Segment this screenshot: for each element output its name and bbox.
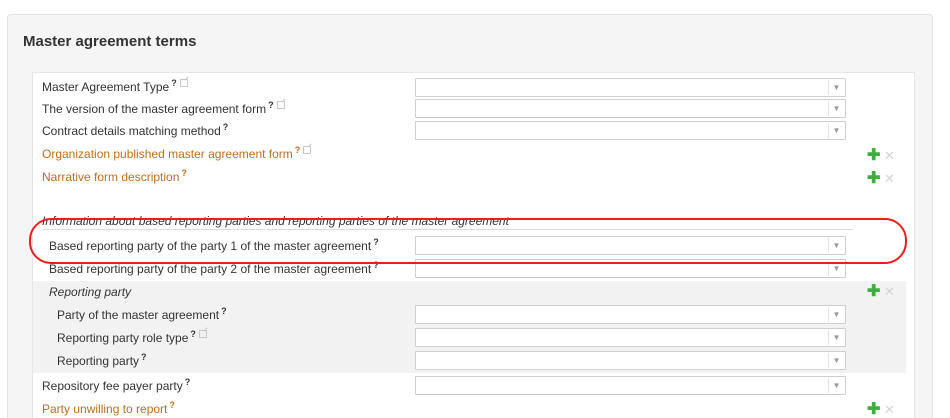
role-type-label: Reporting party role type? <box>57 329 207 345</box>
based-party-2-select[interactable]: ▼ <box>415 259 846 278</box>
row-reporting-party-group: Reporting party ✚ ✕ <box>33 281 916 303</box>
external-link-icon[interactable] <box>179 79 188 87</box>
plus-icon[interactable]: ✚ <box>867 171 880 187</box>
row-version: The version of the master agreement form… <box>33 98 916 120</box>
based-party-1-select[interactable]: ▼ <box>415 236 846 255</box>
form-body: Master Agreement Type? ▼ The version of … <box>32 72 915 418</box>
narrative-description-label[interactable]: Narrative form description? <box>42 168 187 184</box>
matching-method-select[interactable]: ▼ <box>415 121 846 140</box>
external-link-icon[interactable] <box>276 101 285 109</box>
based-party-2-label: Based reporting party of the party 2 of … <box>49 260 379 276</box>
reporting-party-select[interactable]: ▼ <box>415 351 846 370</box>
master-agreement-panel: Master agreement terms Master Agreement … <box>7 14 933 418</box>
help-icon[interactable]: ? <box>268 100 274 110</box>
row-matching-method: Contract details matching method? ▼ <box>33 120 916 142</box>
chevron-down-icon: ▼ <box>828 101 844 116</box>
help-icon[interactable]: ? <box>185 377 191 387</box>
row-party-unwilling: Party unwilling to report? ✚ ✕ <box>33 398 916 418</box>
matching-method-label: Contract details matching method? <box>42 122 229 138</box>
help-icon[interactable]: ? <box>373 260 379 270</box>
row-master-agreement-type: Master Agreement Type? ▼ <box>33 76 916 98</box>
chevron-down-icon: ▼ <box>828 307 844 322</box>
chevron-down-icon: ▼ <box>828 123 844 138</box>
close-icon[interactable]: ✕ <box>884 148 895 164</box>
chevron-down-icon: ▼ <box>828 378 844 393</box>
help-icon[interactable]: ? <box>373 237 379 247</box>
fee-payer-label: Repository fee payer party? <box>42 377 191 393</box>
master-agreement-type-label: Master Agreement Type? <box>42 78 188 94</box>
external-link-icon[interactable] <box>198 330 207 338</box>
help-icon[interactable]: ? <box>221 306 227 316</box>
help-icon[interactable]: ? <box>171 78 177 88</box>
party-of-master-select[interactable]: ▼ <box>415 305 846 324</box>
row-based-party-1: Based reporting party of the party 1 of … <box>33 235 916 257</box>
divider <box>42 229 853 230</box>
close-icon[interactable]: ✕ <box>884 402 895 418</box>
help-icon[interactable]: ? <box>181 168 187 178</box>
plus-icon[interactable]: ✚ <box>867 148 880 164</box>
based-party-1-label: Based reporting party of the party 1 of … <box>49 237 379 253</box>
chevron-down-icon: ▼ <box>828 353 844 368</box>
party-of-master-label: Party of the master agreement? <box>57 306 227 322</box>
row-org-published-form: Organization published master agreement … <box>33 143 916 165</box>
master-agreement-type-select[interactable]: ▼ <box>415 78 846 97</box>
row-reporting-party: Reporting party? ▼ <box>33 350 916 372</box>
info-heading: Information about based reporting partie… <box>42 214 509 228</box>
version-label: The version of the master agreement form… <box>42 100 285 116</box>
plus-icon[interactable]: ✚ <box>867 402 880 418</box>
help-icon[interactable]: ? <box>223 122 229 132</box>
version-select[interactable]: ▼ <box>415 99 846 118</box>
row-fee-payer: Repository fee payer party? ▼ <box>33 375 916 397</box>
help-icon[interactable]: ? <box>169 400 175 410</box>
org-published-form-label[interactable]: Organization published master agreement … <box>42 145 312 161</box>
chevron-down-icon: ▼ <box>828 330 844 345</box>
chevron-down-icon: ▼ <box>828 80 844 95</box>
help-icon[interactable]: ? <box>141 352 147 362</box>
party-unwilling-label[interactable]: Party unwilling to report? <box>42 400 175 416</box>
close-icon[interactable]: ✕ <box>884 171 895 187</box>
plus-icon[interactable]: ✚ <box>867 284 880 300</box>
help-icon[interactable]: ? <box>295 145 301 155</box>
section-title: Master agreement terms <box>23 33 197 50</box>
row-narrative-description: Narrative form description? ✚ ✕ <box>33 166 916 188</box>
reporting-party-group-label: Reporting party <box>49 285 132 299</box>
row-party-of-master: Party of the master agreement? ▼ <box>33 304 916 326</box>
role-type-select[interactable]: ▼ <box>415 328 846 347</box>
row-role-type: Reporting party role type? ▼ <box>33 327 916 349</box>
external-link-icon[interactable] <box>303 146 312 154</box>
reporting-party-label: Reporting party? <box>57 352 147 368</box>
fee-payer-select[interactable]: ▼ <box>415 376 846 395</box>
help-icon[interactable]: ? <box>190 329 196 339</box>
close-icon[interactable]: ✕ <box>884 284 895 300</box>
row-based-party-2: Based reporting party of the party 2 of … <box>33 258 916 280</box>
chevron-down-icon: ▼ <box>828 261 844 276</box>
chevron-down-icon: ▼ <box>828 238 844 253</box>
